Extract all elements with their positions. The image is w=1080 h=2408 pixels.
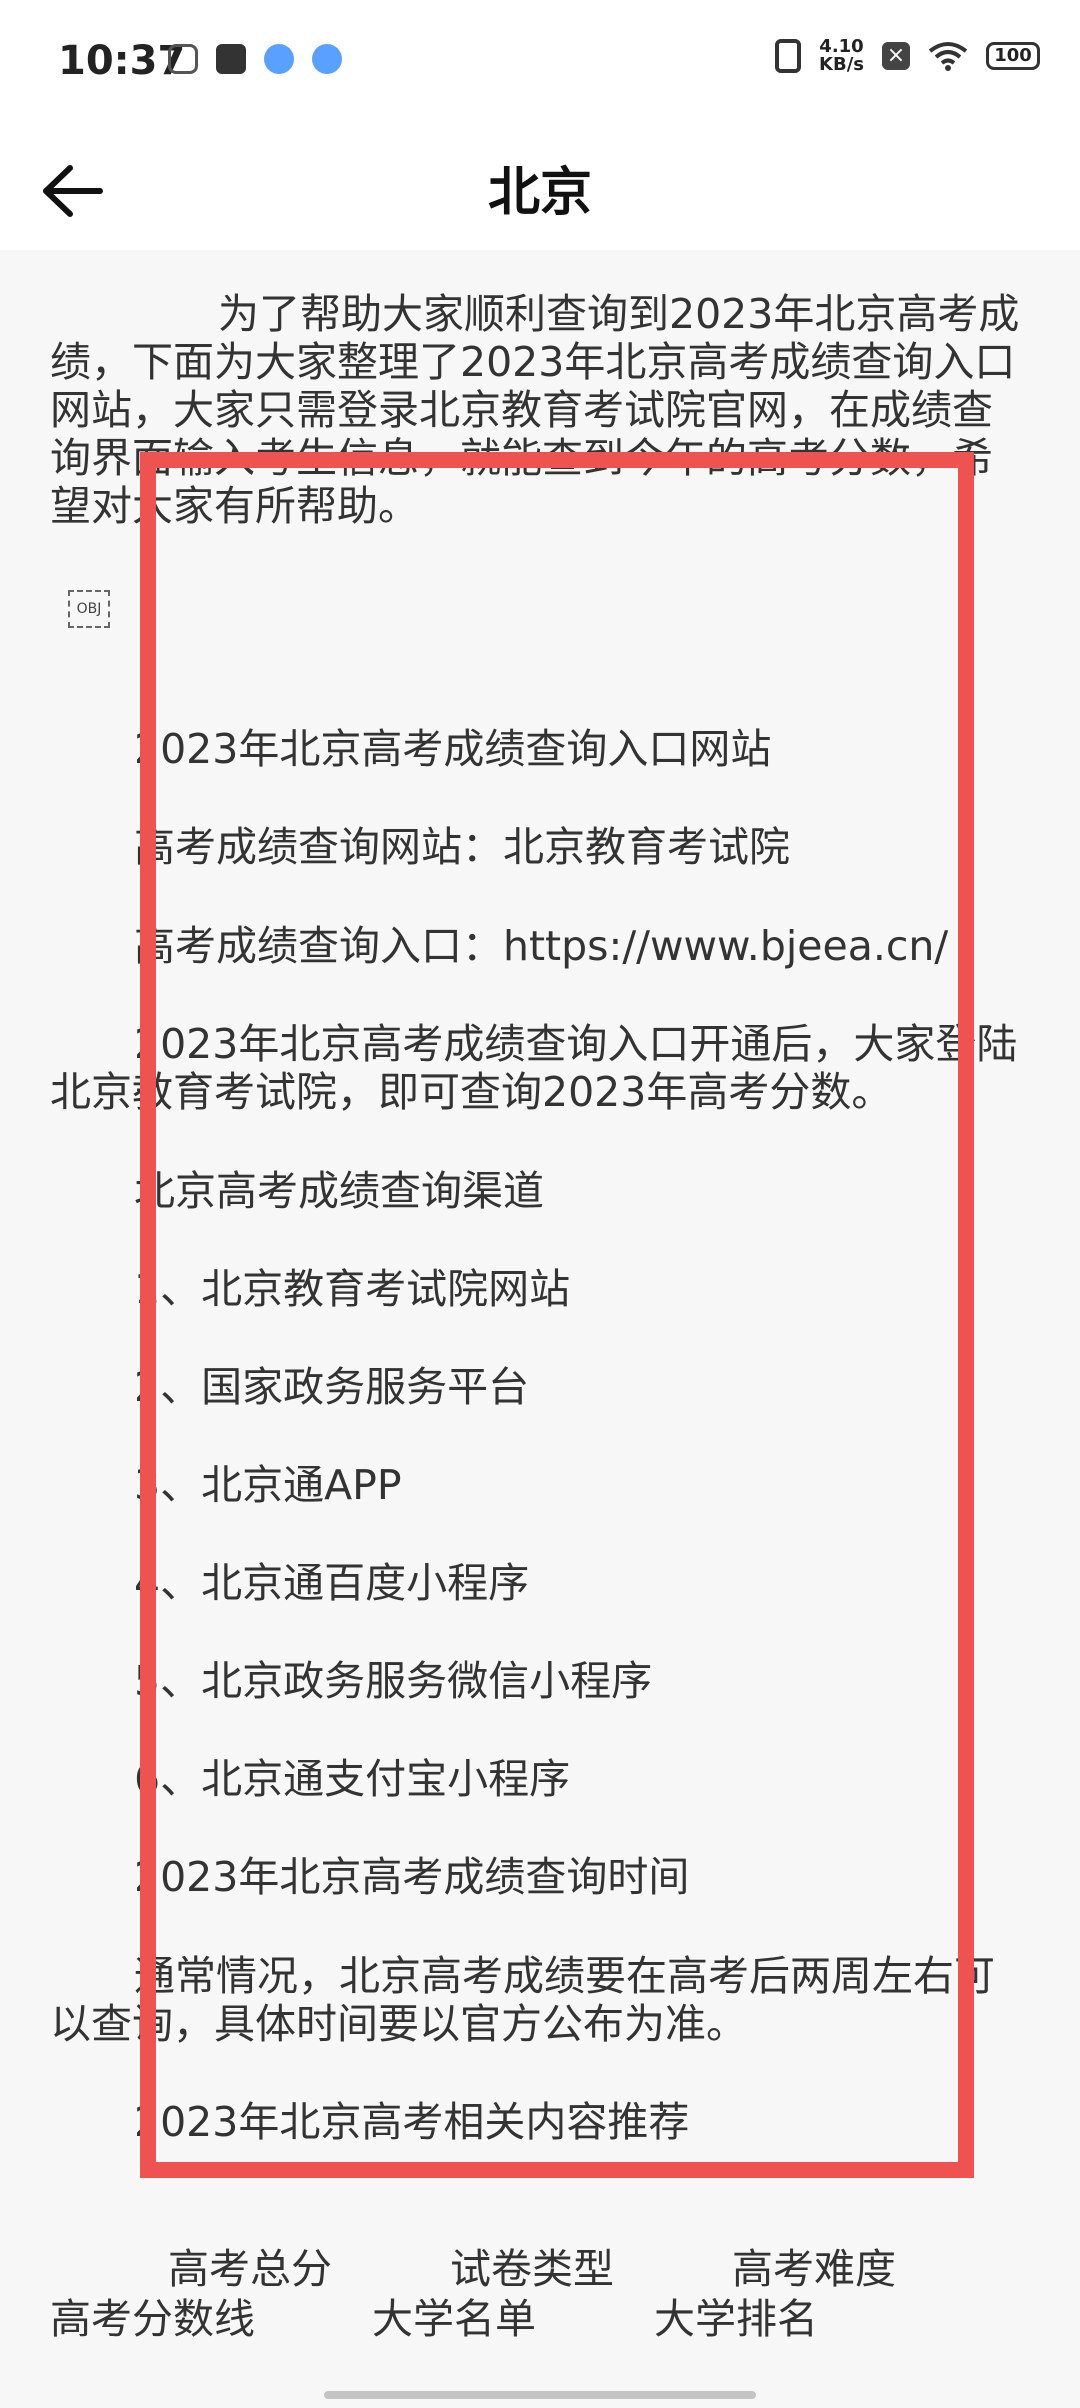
net-speed: 4.10 KB/s	[819, 38, 864, 74]
link-university-list[interactable]: 大学名单	[372, 2294, 654, 2344]
message-icon	[216, 44, 246, 74]
highlight-box	[140, 452, 974, 2178]
object-placeholder-icon: OBJ	[68, 590, 110, 628]
qq-icon	[264, 44, 294, 74]
status-time: 10:37	[58, 38, 186, 84]
related-links: 高考总分 试卷类型 高考难度 高考分数线 大学名单 大学排名	[50, 2244, 1030, 2344]
battery-icon: 100	[986, 42, 1040, 70]
link-gaokao-total-score[interactable]: 高考总分	[168, 2244, 450, 2294]
link-exam-paper-type[interactable]: 试卷类型	[450, 2244, 732, 2294]
link-exam-difficulty[interactable]: 高考难度	[732, 2244, 1014, 2294]
page-title: 北京	[487, 163, 592, 223]
app-bar: 北京	[0, 128, 1080, 250]
link-university-ranking[interactable]: 大学排名	[654, 2294, 818, 2344]
leaf-icon	[168, 44, 198, 74]
system-icons: 4.10 KB/s × 100	[775, 38, 1040, 74]
notification-icons	[168, 44, 342, 74]
vibrate-icon	[775, 39, 802, 73]
no-sim-icon: ×	[882, 42, 910, 70]
net-speed-unit: KB/s	[819, 54, 864, 75]
browser-icon	[312, 44, 342, 74]
status-bar: 10:37 4.10 KB/s × 100	[0, 0, 1080, 128]
home-indicator[interactable]	[324, 2391, 756, 2399]
wifi-icon	[928, 42, 968, 71]
link-score-line[interactable]: 高考分数线	[50, 2294, 372, 2344]
